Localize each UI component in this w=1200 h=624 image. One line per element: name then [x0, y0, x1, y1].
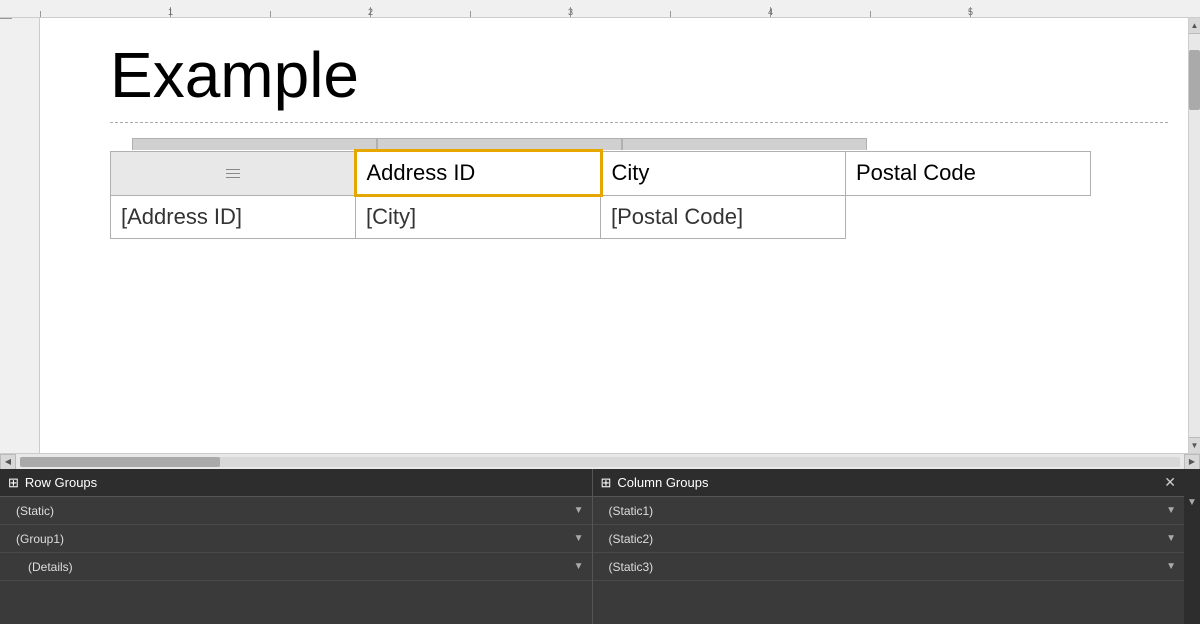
header-row: Address ID City Postal Code — [111, 151, 1091, 195]
col-groups-title: Column Groups — [617, 475, 708, 490]
row-group-static-arrow: ▼ — [574, 505, 584, 516]
v-scroll-down[interactable]: ▼ — [1189, 437, 1200, 453]
col-panel-scroll-down[interactable]: ▼ — [1187, 497, 1197, 508]
row-groups-icon: ⊞ — [8, 475, 19, 491]
col-groups-list: (Static1) ▼ (Static2) ▼ (Static3) ▼ — [593, 497, 1185, 624]
section-separator — [110, 122, 1168, 123]
col-groups-icon: ⊞ — [601, 475, 612, 491]
col-group-static1-label: (Static1) — [609, 504, 1167, 518]
data-row: [Address ID] [City] [Postal Code] — [111, 195, 1091, 239]
col-group-static3-label: (Static3) — [609, 560, 1167, 574]
row-group-static[interactable]: (Static) ▼ — [0, 497, 592, 525]
report-table: Address ID City Postal Code [Address ID]… — [110, 150, 1091, 239]
col-group-static1[interactable]: (Static1) ▼ — [593, 497, 1185, 525]
col-group-static3-arrow: ▼ — [1166, 561, 1176, 572]
row-group-details-label: (Details) — [28, 560, 574, 574]
col-groups-panel: ⊞ Column Groups ✕ (Static1) ▼ (Static2) … — [593, 469, 1185, 624]
main-area: Example — [0, 18, 1200, 453]
horizontal-scrollbar[interactable]: ◀ ▶ — [0, 453, 1200, 469]
row-group-group1[interactable]: (Group1) ▼ — [0, 525, 592, 553]
header-cell-city[interactable]: City — [601, 151, 846, 195]
vertical-scrollbar[interactable]: ▲ ▼ — [1188, 18, 1200, 453]
canvas-area[interactable]: Example — [40, 18, 1188, 453]
col-groups-header: ⊞ Column Groups ✕ — [593, 469, 1185, 497]
col-handle-3[interactable] — [622, 138, 867, 150]
h-scroll-left[interactable]: ◀ — [0, 454, 16, 470]
col-handle-1[interactable] — [132, 138, 377, 150]
data-cell-address-id[interactable]: [Address ID] — [111, 195, 356, 239]
vertical-ruler — [0, 18, 40, 453]
data-cell-city[interactable]: [City] — [356, 195, 601, 239]
v-scroll-thumb[interactable] — [1189, 50, 1200, 110]
row-group-details-arrow: ▼ — [574, 561, 584, 572]
col-group-static2-label: (Static2) — [609, 532, 1167, 546]
horizontal-ruler: 12345 — [0, 0, 1200, 18]
row-groups-header: ⊞ Row Groups — [0, 469, 592, 497]
panel-close-button[interactable]: ✕ — [1164, 474, 1176, 491]
row-handle — [111, 151, 356, 195]
v-scroll-up[interactable]: ▲ — [1189, 18, 1200, 34]
col-group-static2[interactable]: (Static2) ▼ — [593, 525, 1185, 553]
header-cell-address-id[interactable]: Address ID — [356, 151, 601, 195]
data-cell-postal-code[interactable]: [Postal Code] — [601, 195, 846, 239]
h-scroll-thumb[interactable] — [20, 457, 220, 467]
column-handles — [132, 138, 1168, 150]
page-content: Example — [60, 38, 1168, 453]
col-group-static3[interactable]: (Static3) ▼ — [593, 553, 1185, 581]
row-groups-title: Row Groups — [25, 475, 97, 490]
report-title: Example — [110, 38, 1168, 112]
bottom-panels: ⊞ Row Groups (Static) ▼ (Group1) ▼ (Deta… — [0, 469, 1200, 624]
table-wrapper: Address ID City Postal Code [Address ID]… — [110, 138, 1168, 239]
row-group-static-label: (Static) — [16, 504, 574, 518]
row-groups-panel: ⊞ Row Groups (Static) ▼ (Group1) ▼ (Deta… — [0, 469, 592, 624]
col-group-static2-arrow: ▼ — [1166, 533, 1176, 544]
row-group-group1-label: (Group1) — [16, 532, 574, 546]
col-group-static1-arrow: ▼ — [1166, 505, 1176, 516]
row-groups-list: (Static) ▼ (Group1) ▼ (Details) ▼ — [0, 497, 592, 624]
h-scroll-right[interactable]: ▶ — [1184, 454, 1200, 470]
row-group-group1-arrow: ▼ — [574, 533, 584, 544]
h-scroll-track — [20, 457, 1180, 467]
header-cell-postal-code[interactable]: Postal Code — [846, 151, 1091, 195]
right-scroll-col: ▼ — [1184, 469, 1200, 624]
col-handle-2[interactable] — [377, 138, 622, 150]
row-group-details[interactable]: (Details) ▼ — [0, 553, 592, 581]
